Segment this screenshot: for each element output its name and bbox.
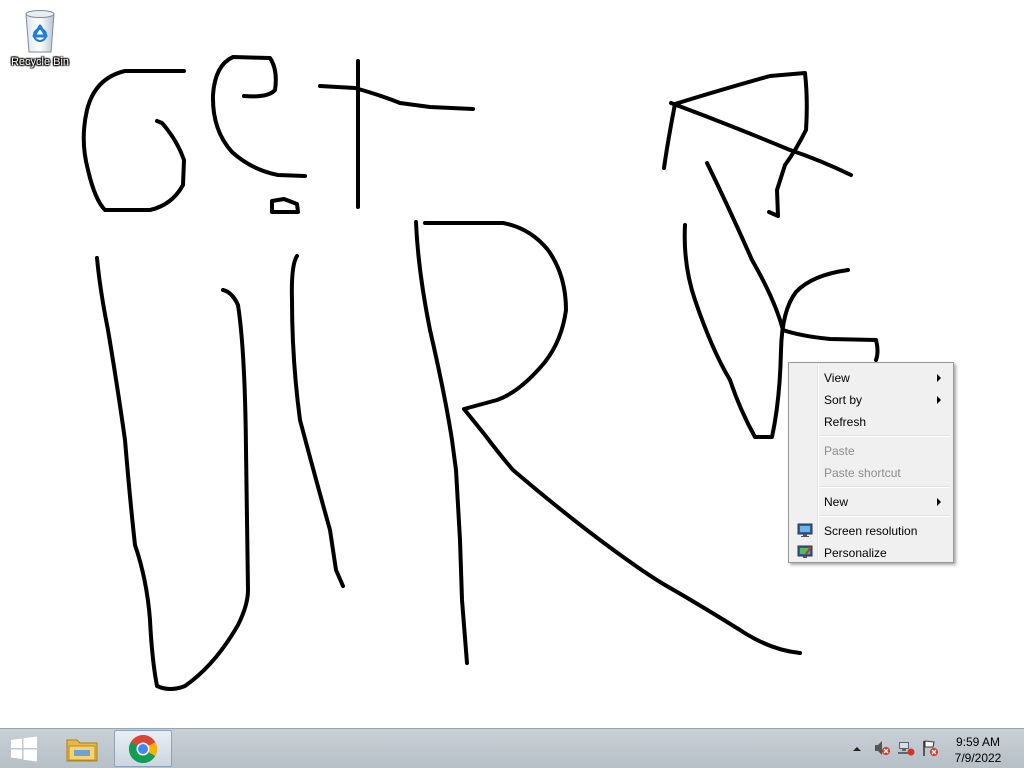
menu-item-label: Screen resolution (824, 524, 918, 538)
display-icon (797, 523, 813, 537)
start-button[interactable] (0, 730, 48, 767)
menu-separator (819, 515, 950, 517)
desktop-context-menu: View Sort by Refresh Paste Paste shortcu… (788, 362, 954, 563)
menu-item-sort-by[interactable]: Sort by (791, 388, 951, 410)
taskbar-file-explorer[interactable] (56, 730, 108, 767)
submenu-arrow-icon (937, 374, 941, 382)
windows-logo-icon (11, 736, 37, 762)
recycle-bin-icon (25, 10, 55, 53)
show-hidden-icons-chevron[interactable] (852, 744, 862, 754)
menu-separator (819, 435, 950, 437)
menu-item-label: View (824, 371, 850, 385)
submenu-arrow-icon (937, 396, 941, 404)
menu-item-label: Sort by (824, 393, 863, 407)
menu-item-label: New (824, 495, 849, 509)
menu-item-refresh[interactable]: Refresh (791, 410, 951, 432)
clock-date: 7/9/2022 (954, 751, 1002, 765)
submenu-arrow-icon (937, 498, 941, 506)
menu-item-label: Paste (824, 444, 855, 458)
taskbar-chrome[interactable] (114, 730, 172, 767)
system-clock[interactable]: 9:59 AM 7/9/2022 (948, 734, 1008, 766)
network-error-icon[interactable] (897, 739, 915, 757)
menu-item-view[interactable]: View (791, 366, 951, 388)
menu-item-new[interactable]: New (791, 490, 951, 512)
menu-item-paste[interactable]: Paste (791, 439, 951, 461)
action-center-flag-icon[interactable] (921, 739, 939, 757)
chrome-icon (128, 735, 157, 764)
desktop-icon-label: Recycle Bin (10, 56, 70, 68)
folder-icon (66, 739, 98, 762)
menu-item-personalize[interactable]: Personalize (791, 541, 951, 563)
taskbar: 9:59 AM 7/9/2022 (0, 728, 1024, 768)
clock-time: 9:59 AM (955, 735, 1001, 749)
menu-item-paste-shortcut[interactable]: Paste shortcut (791, 461, 951, 483)
personalize-icon (797, 545, 813, 558)
menu-item-label: Paste shortcut (824, 466, 901, 480)
menu-separator (819, 486, 950, 488)
desktop-icon-recycle-bin[interactable]: Recycle Bin (6, 6, 74, 68)
menu-item-screen-resolution[interactable]: Screen resolution (791, 519, 951, 541)
menu-item-label: Refresh (824, 415, 867, 429)
menu-item-label: Personalize (824, 546, 887, 560)
speaker-muted-icon[interactable] (873, 739, 891, 757)
